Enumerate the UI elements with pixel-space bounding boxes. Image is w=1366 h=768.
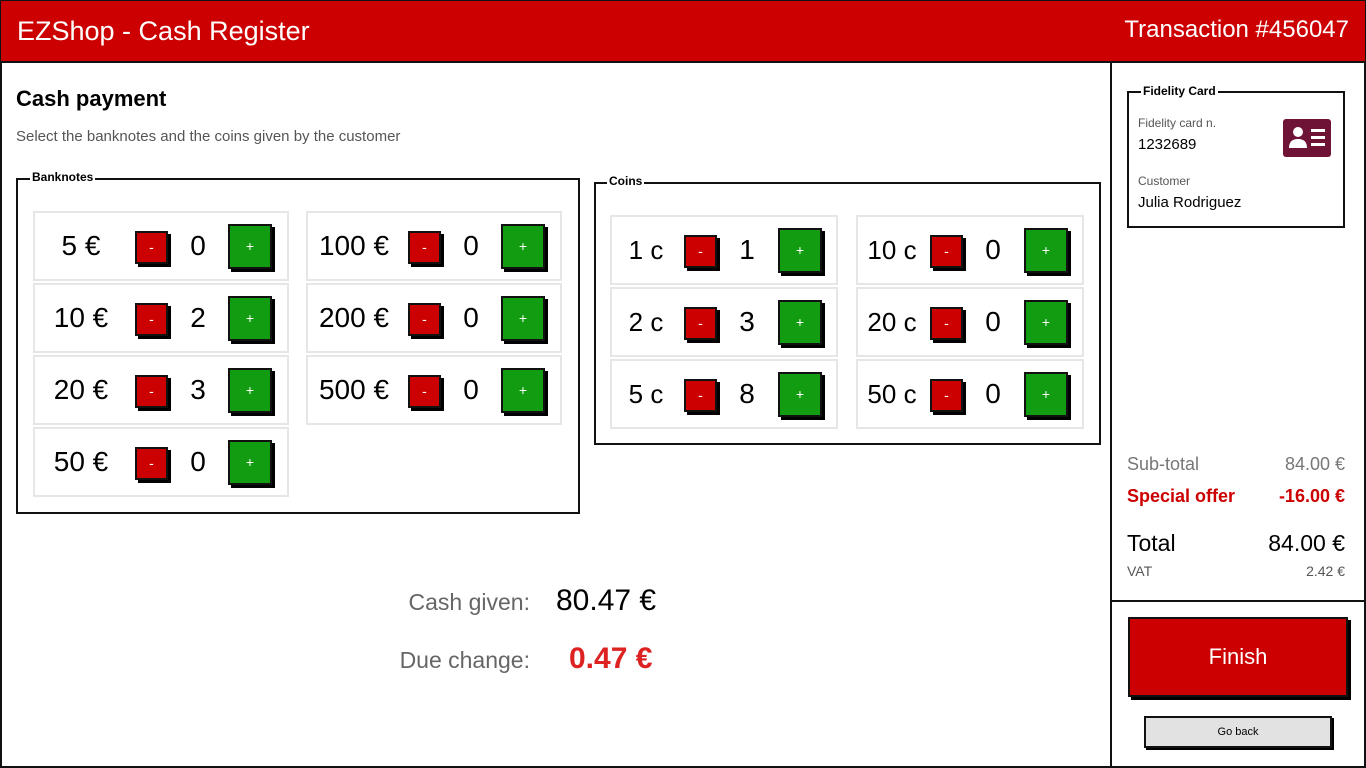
- decrement-button[interactable]: -: [135, 447, 168, 480]
- quantity-value: 0: [985, 378, 1001, 409]
- total-value: 84.00 €: [1268, 530, 1345, 556]
- denomination-label: 10 €: [53, 302, 109, 333]
- increment-button[interactable]: +: [501, 296, 545, 341]
- finish-button[interactable]: Finish: [1128, 617, 1348, 697]
- cash-given-value: 80.47 €: [556, 584, 657, 617]
- transaction-number: Transaction #456047: [1124, 16, 1349, 43]
- decrement-button[interactable]: -: [135, 375, 168, 408]
- increment-button[interactable]: +: [778, 300, 822, 345]
- decrement-button[interactable]: -: [408, 303, 441, 336]
- due-change-value: 0.47 €: [569, 642, 653, 675]
- subtotal-row: Sub-total 84.00 €: [1127, 454, 1345, 476]
- denomination-label: 2 c: [628, 307, 664, 337]
- coin-row: 20 c - 0 +: [856, 287, 1084, 357]
- quantity-value: 0: [463, 230, 479, 261]
- denomination-label: 10 c: [867, 235, 917, 265]
- customer-label: Customer: [1138, 174, 1191, 188]
- due-change-label: Due change:: [399, 647, 530, 673]
- decrement-button[interactable]: -: [684, 307, 717, 340]
- quantity-value: 1: [739, 234, 755, 265]
- coin-row: 10 c - 0 +: [856, 215, 1084, 285]
- coin-row: 1 c - 1 +: [610, 215, 838, 285]
- decrement-button[interactable]: -: [408, 375, 441, 408]
- id-card-icon: [1283, 119, 1331, 157]
- sidebar-divider: [1110, 62, 1112, 768]
- increment-button[interactable]: +: [778, 228, 822, 273]
- page-subtitle: Select the banknotes and the coins given…: [16, 128, 401, 145]
- denomination-label: 5 c: [628, 379, 664, 409]
- subtotal-value: 84.00 €: [1284, 454, 1345, 474]
- decrement-button[interactable]: -: [684, 235, 717, 268]
- vat-row: VAT 2.42 €: [1127, 563, 1345, 581]
- special-offer-row: Special offer -16.00 €: [1127, 486, 1345, 508]
- quantity-value: 0: [463, 302, 479, 333]
- banknote-row: 5 € - 0 +: [33, 211, 289, 281]
- banknote-row: 100 € - 0 +: [306, 211, 562, 281]
- denomination-label: 5 €: [61, 230, 101, 261]
- decrement-button[interactable]: -: [408, 231, 441, 264]
- decrement-button[interactable]: -: [930, 307, 963, 340]
- increment-button[interactable]: +: [1024, 300, 1068, 345]
- banknote-row: 50 € - 0 +: [33, 427, 289, 497]
- denomination-label: 20 €: [53, 374, 109, 405]
- total-label: Total: [1127, 530, 1176, 556]
- denomination-label: 50 c: [867, 379, 917, 409]
- increment-button[interactable]: +: [228, 440, 272, 485]
- coin-row: 2 c - 3 +: [610, 287, 838, 357]
- quantity-value: 2: [190, 302, 206, 333]
- quantity-value: 0: [190, 230, 206, 261]
- quantity-value: 0: [463, 374, 479, 405]
- increment-button[interactable]: +: [228, 368, 272, 413]
- denomination-label: 500 €: [318, 374, 390, 405]
- cash-given-label: Cash given:: [408, 589, 530, 615]
- fidelity-card-legend: Fidelity Card: [1141, 84, 1218, 98]
- quantity-value: 3: [190, 374, 206, 405]
- banknote-row: 20 € - 3 +: [33, 355, 289, 425]
- subtotal-label: Sub-total: [1127, 454, 1200, 474]
- banknote-row: 500 € - 0 +: [306, 355, 562, 425]
- banknotes-legend: Banknotes: [30, 170, 96, 184]
- decrement-button[interactable]: -: [684, 379, 717, 412]
- increment-button[interactable]: +: [501, 368, 545, 413]
- special-offer-label: Special offer: [1127, 486, 1236, 506]
- denomination-label: 1 c: [628, 235, 664, 265]
- decrement-button[interactable]: -: [135, 303, 168, 336]
- fidelity-card-number-label: Fidelity card n.: [1138, 116, 1217, 130]
- customer-name: Julia Rodriguez: [1138, 194, 1242, 211]
- decrement-button[interactable]: -: [930, 235, 963, 268]
- page-title: Cash payment: [16, 86, 167, 111]
- increment-button[interactable]: +: [501, 224, 545, 269]
- denomination-label: 20 c: [867, 307, 917, 337]
- app-title: EZShop - Cash Register: [17, 16, 310, 46]
- increment-button[interactable]: +: [228, 296, 272, 341]
- total-row: Total 84.00 €: [1127, 530, 1345, 558]
- increment-button[interactable]: +: [1024, 372, 1068, 417]
- denomination-label: 100 €: [318, 230, 390, 261]
- denomination-label: 200 €: [318, 302, 390, 333]
- decrement-button[interactable]: -: [135, 231, 168, 264]
- header-bar: EZShop - Cash Register Transaction #4560…: [1, 1, 1365, 63]
- coin-row: 50 c - 0 +: [856, 359, 1084, 429]
- quantity-value: 0: [190, 446, 206, 477]
- increment-button[interactable]: +: [778, 372, 822, 417]
- quantity-value: 3: [739, 306, 755, 337]
- banknote-row: 10 € - 2 +: [33, 283, 289, 353]
- increment-button[interactable]: +: [228, 224, 272, 269]
- vat-label: VAT: [1127, 563, 1153, 579]
- banknote-row: 200 € - 0 +: [306, 283, 562, 353]
- increment-button[interactable]: +: [1024, 228, 1068, 273]
- special-offer-value: -16.00 €: [1278, 486, 1345, 506]
- decrement-button[interactable]: -: [930, 379, 963, 412]
- sidebar-actions-divider: [1110, 600, 1366, 602]
- coins-legend: Coins: [607, 174, 645, 188]
- coin-row: 5 c - 8 +: [610, 359, 838, 429]
- fidelity-card-panel: Fidelity Card Fidelity card n. 1232689 C…: [1127, 84, 1345, 228]
- denomination-label: 50 €: [53, 446, 109, 477]
- go-back-button[interactable]: Go back: [1144, 716, 1332, 748]
- vat-value: 2.42 €: [1306, 563, 1345, 579]
- quantity-value: 0: [985, 306, 1001, 337]
- quantity-value: 0: [985, 234, 1001, 265]
- fidelity-card-number: 1232689: [1138, 136, 1197, 153]
- quantity-value: 8: [739, 378, 755, 409]
